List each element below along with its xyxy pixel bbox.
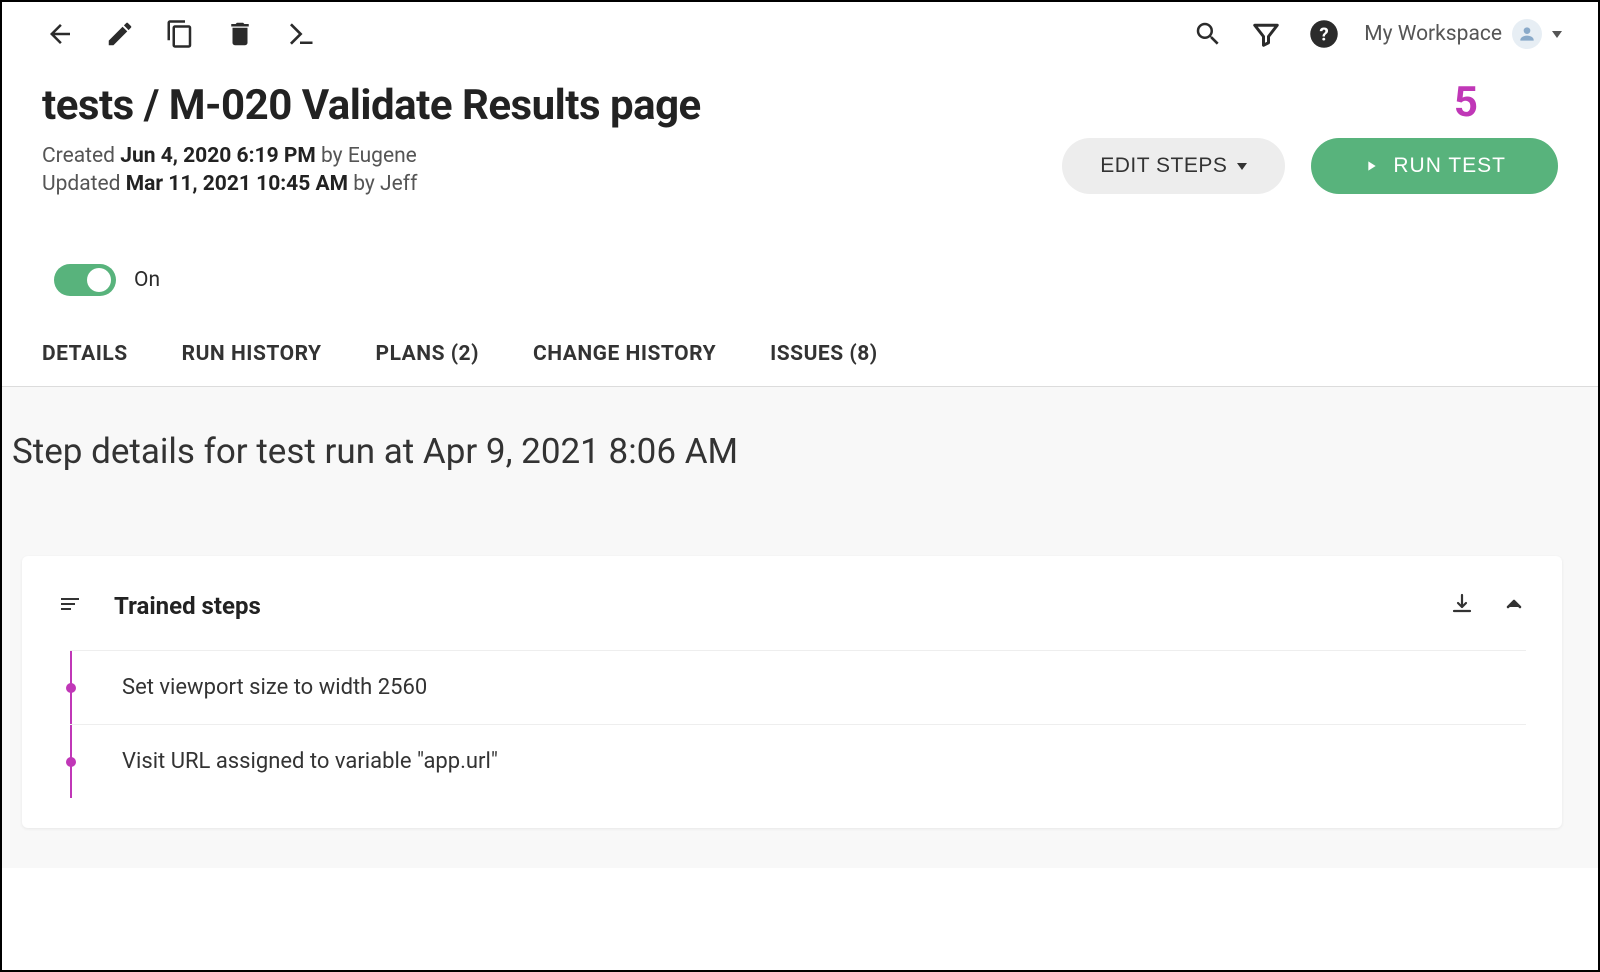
tab-change-history[interactable]: CHANGE HISTORY <box>533 342 716 366</box>
timeline-dot-icon <box>66 757 76 767</box>
download-icon[interactable] <box>1450 592 1474 620</box>
filter-icon[interactable] <box>1248 16 1284 52</box>
header-left: tests / M-020 Validate Results page Crea… <box>42 82 1032 200</box>
run-test-label: RUN TEST <box>1393 154 1506 178</box>
updated-date: Mar 11, 2021 10:45 AM <box>126 172 348 196</box>
tab-details[interactable]: DETAILS <box>42 342 128 366</box>
toolbar-right: ? My Workspace <box>1190 16 1562 52</box>
header-right: 5 EDIT STEPS RUN TEST <box>1062 82 1558 194</box>
details-heading: Step details for test run at Apr 9, 2021… <box>12 431 1598 472</box>
page-header: tests / M-020 Validate Results page Crea… <box>2 60 1598 200</box>
avatar-icon <box>1512 19 1542 49</box>
notes-icon <box>58 592 82 620</box>
card-header-left: Trained steps <box>58 592 1418 620</box>
edit-icon[interactable] <box>102 16 138 52</box>
toggle-label: On <box>134 268 160 292</box>
updated-label: Updated <box>42 172 126 196</box>
top-toolbar: ? My Workspace <box>2 2 1598 60</box>
updated-by: Jeff <box>380 172 417 196</box>
enable-toggle[interactable] <box>54 264 116 296</box>
copy-icon[interactable] <box>162 16 198 52</box>
delete-icon[interactable] <box>222 16 258 52</box>
workspace-selector[interactable]: My Workspace <box>1364 19 1562 49</box>
action-row: EDIT STEPS RUN TEST <box>1062 138 1558 194</box>
timeline-dot-icon <box>66 683 76 693</box>
step-item[interactable]: Set viewport size to width 2560 <box>70 650 1526 724</box>
tab-plans[interactable]: PLANS (2) <box>376 342 479 366</box>
back-icon[interactable] <box>42 16 78 52</box>
created-by-label: by <box>316 144 348 168</box>
card-header-right <box>1450 592 1526 620</box>
help-icon[interactable]: ? <box>1306 16 1342 52</box>
created-by: Eugene <box>348 144 417 168</box>
created-label: Created <box>42 144 120 168</box>
tab-run-history[interactable]: RUN HISTORY <box>182 342 322 366</box>
chevron-down-icon <box>1237 163 1247 170</box>
breadcrumb-separator: / <box>134 81 169 130</box>
edit-steps-label: EDIT STEPS <box>1100 154 1227 178</box>
breadcrumb-root[interactable]: tests <box>42 81 134 130</box>
created-date: Jun 4, 2020 6:19 PM <box>120 144 316 168</box>
play-icon <box>1363 158 1379 174</box>
run-test-button[interactable]: RUN TEST <box>1311 138 1558 194</box>
chevron-up-icon[interactable] <box>1502 592 1526 620</box>
step-item[interactable]: Visit URL assigned to variable "app.url" <box>70 724 1526 798</box>
tabs: DETAILS RUN HISTORY PLANS (2) CHANGE HIS… <box>2 296 1598 387</box>
tab-issues[interactable]: ISSUES (8) <box>770 342 878 366</box>
callout-number: 5 <box>1454 82 1478 124</box>
search-icon[interactable] <box>1190 16 1226 52</box>
step-list: Set viewport size to width 2560 Visit UR… <box>58 650 1526 798</box>
edit-steps-button[interactable]: EDIT STEPS <box>1062 138 1285 194</box>
svg-text:?: ? <box>1320 23 1329 45</box>
step-text: Visit URL assigned to variable "app.url" <box>122 749 498 774</box>
updated-by-label: by <box>348 172 380 196</box>
updated-meta: Updated Mar 11, 2021 10:45 AM by Jeff <box>42 172 1032 196</box>
card-header: Trained steps <box>58 592 1526 620</box>
card-title: Trained steps <box>114 592 261 620</box>
page-title: M-020 Validate Results page <box>169 81 701 130</box>
toggle-knob <box>87 268 111 292</box>
created-meta: Created Jun 4, 2020 6:19 PM by Eugene <box>42 144 1032 168</box>
terminal-icon[interactable] <box>282 16 318 52</box>
trained-steps-card: Trained steps Set v <box>22 556 1562 828</box>
workspace-label: My Workspace <box>1364 22 1502 46</box>
chevron-down-icon <box>1552 31 1562 38</box>
step-text: Set viewport size to width 2560 <box>122 675 427 700</box>
breadcrumb: tests / M-020 Validate Results page <box>42 82 1032 130</box>
details-section: Step details for test run at Apr 9, 2021… <box>2 387 1598 868</box>
toggle-row: On <box>2 200 1598 296</box>
toolbar-left <box>42 16 318 52</box>
